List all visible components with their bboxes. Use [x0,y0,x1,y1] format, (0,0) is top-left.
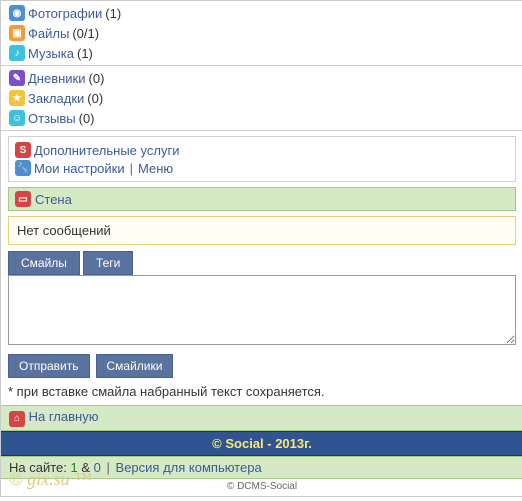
diary-icon: ✎ [9,70,25,86]
services-icon: S [15,142,31,158]
nav-item-music[interactable]: ♪ Музыка (1) [1,43,522,63]
home-icon: ⌂ [9,411,25,427]
count: (0/1) [72,26,99,41]
link-bookmarks[interactable]: Закладки [28,91,84,106]
tab-smiles[interactable]: Смайлы [8,251,80,275]
extra-services-row[interactable]: S Дополнительные услуги [15,141,509,159]
reviews-icon: ☺ [9,110,25,126]
camera-icon: ◉ [9,5,25,21]
nav-item-photos[interactable]: ◉ Фотографии (1) [1,3,522,23]
music-icon: ♪ [9,45,25,61]
count: (1) [105,6,121,21]
send-button[interactable]: Отправить [8,354,90,378]
online-bar: На сайте: 1 & 0 | Версия для компьютера [1,456,522,479]
separator: | [107,460,110,475]
files-icon: ▣ [9,25,25,41]
link-extra-services[interactable]: Дополнительные услуги [34,143,179,158]
online-count-0[interactable]: 0 [94,460,101,475]
post-tabs: Смайлы Теги [8,251,516,275]
footer-credit: © DCMS-Social [1,479,522,496]
count: (0) [89,71,105,86]
link-pc-version[interactable]: Версия для компьютера [116,460,262,475]
smilies-button[interactable]: Смайлики [96,354,174,378]
my-settings-row: 🔧 Мои настройки | Меню [15,159,509,177]
copyright-bar: © Social - 2013г. [1,431,522,456]
nav-block-2: ✎ Дневники (0) ★ Закладки (0) ☺ Отзывы (… [1,66,522,131]
link-my-settings[interactable]: Мои настройки [34,161,125,176]
link-menu[interactable]: Меню [138,161,173,176]
wall-header: ▭ Стена [8,187,516,211]
wall-title[interactable]: Стена [35,192,72,207]
count: (0) [87,91,103,106]
link-photos[interactable]: Фотографии [28,6,102,21]
online-count-1[interactable]: 1 [71,460,78,475]
app-container: ◉ Фотографии (1) ▣ Файлы (0/1) ♪ Музыка … [0,0,522,497]
online-prefix: На сайте: [9,460,67,475]
settings-box: S Дополнительные услуги 🔧 Мои настройки … [8,136,516,182]
nav-block-1: ◉ Фотографии (1) ▣ Файлы (0/1) ♪ Музыка … [1,1,522,66]
separator: | [130,161,133,176]
link-reviews[interactable]: Отзывы [28,111,76,126]
link-music[interactable]: Музыка [28,46,74,61]
wrench-icon: 🔧 [15,160,31,176]
star-icon: ★ [9,90,25,106]
count: (0) [79,111,95,126]
link-files[interactable]: Файлы [28,26,69,41]
message-textarea[interactable] [8,275,516,345]
wall-empty-message: Нет сообщений [8,216,516,245]
nav-item-diaries[interactable]: ✎ Дневники (0) [1,68,522,88]
nav-item-bookmarks[interactable]: ★ Закладки (0) [1,88,522,108]
link-home[interactable]: На главную [29,409,99,424]
link-diaries[interactable]: Дневники [28,71,86,86]
tab-tags[interactable]: Теги [83,251,133,275]
home-bar: ⌂ На главную [1,405,522,431]
textarea-wrap [8,275,516,348]
count: (1) [77,46,93,61]
nav-item-files[interactable]: ▣ Файлы (0/1) [1,23,522,43]
hint-text: * при вставке смайла набранный текст сох… [8,384,516,399]
amp: & [81,460,90,475]
wall-icon: ▭ [15,191,31,207]
button-row: Отправить Смайлики [8,354,516,378]
nav-item-reviews[interactable]: ☺ Отзывы (0) [1,108,522,128]
